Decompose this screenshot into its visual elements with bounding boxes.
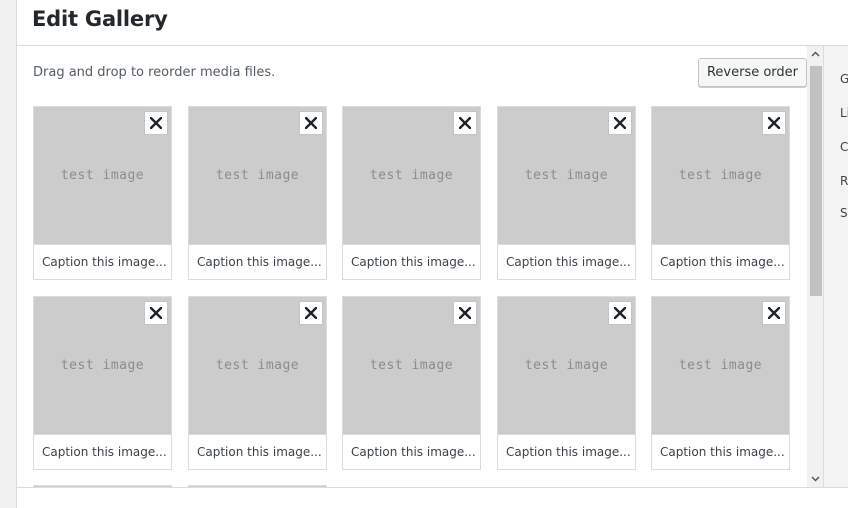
attachment-tile[interactable]: test image Caption this image... [651,296,790,470]
attachment-tile[interactable]: test image Caption this image... [651,106,790,280]
attachment-tile[interactable]: test image Caption this image... [33,296,172,470]
close-icon [614,117,626,129]
remove-attachment-button[interactable] [144,301,168,325]
caption-input[interactable]: Caption this image... [343,434,480,469]
remove-attachment-button[interactable] [144,111,168,135]
scroll-up-button[interactable] [807,46,823,62]
remove-attachment-button[interactable] [608,301,632,325]
caption-input[interactable]: Caption this image... [34,244,171,279]
sidebar-item: C [840,140,848,154]
close-icon [305,117,317,129]
chevron-up-icon [811,51,819,57]
gallery-content: Drag and drop to reorder media files. Re… [17,46,823,487]
reverse-order-button[interactable]: Reverse order [698,58,807,87]
thumbnail-label: test image [524,358,609,373]
attachment-tile[interactable]: test image Caption this image... [497,106,636,280]
remove-attachment-button[interactable] [299,111,323,135]
close-icon [768,307,780,319]
attachment-tile[interactable]: test image Caption this image... [497,296,636,470]
close-icon [614,307,626,319]
thumbnail-label: test image [369,168,454,183]
scrollbar-thumb[interactable] [810,66,822,296]
close-icon [150,117,162,129]
close-icon [459,307,471,319]
caption-input[interactable]: Caption this image... [34,434,171,469]
caption-input[interactable]: Caption this image... [343,244,480,279]
caption-input[interactable]: Caption this image... [189,244,326,279]
caption-input[interactable]: Caption this image... [652,434,789,469]
media-modal-frame: Edit Gallery Drag and drop to reorder me… [16,0,848,508]
caption-input[interactable]: Caption this image... [498,434,635,469]
scroll-down-button[interactable] [807,471,823,487]
close-icon [459,117,471,129]
close-icon [305,307,317,319]
thumbnail-label: test image [60,168,145,183]
remove-attachment-button[interactable] [762,301,786,325]
sidebar-item: Ra [840,174,848,188]
content-scrollbar[interactable] [807,46,823,487]
thumbnail-label: test image [215,168,300,183]
thumbnail-label: test image [60,358,145,373]
sidebar-item: Li [840,106,848,120]
close-icon [768,117,780,129]
attachment-tile[interactable]: test image Caption this image... [188,106,327,280]
attachment-tile[interactable]: test image Caption this image... [188,296,327,470]
chevron-down-icon [811,476,819,482]
caption-input[interactable]: Caption this image... [498,244,635,279]
sidebar-item: Ga [840,72,848,86]
attachment-tile[interactable]: test image Caption this image... [342,106,481,280]
toolbar-instructions: Drag and drop to reorder media files. [33,65,276,80]
sidebar-item: Si [840,206,848,220]
gallery-settings-sidebar: Ga Li C Ra Si [823,46,848,487]
remove-attachment-button[interactable] [762,111,786,135]
thumbnail-label: test image [215,358,300,373]
caption-input[interactable]: Caption this image... [189,434,326,469]
remove-attachment-button[interactable] [453,301,477,325]
page-title: Edit Gallery [32,7,168,31]
thumbnail-label: test image [678,358,763,373]
caption-input[interactable]: Caption this image... [652,244,789,279]
frame-toolbar-footer [17,487,848,508]
thumbnail-label: test image [524,168,609,183]
attachment-tile[interactable]: test image Caption this image... [33,106,172,280]
frame-title-bar: Edit Gallery [17,0,848,46]
remove-attachment-button[interactable] [453,111,477,135]
thumbnail-label: test image [678,168,763,183]
attachment-tile[interactable]: test image Caption this image... [342,296,481,470]
thumbnail-label: test image [369,358,454,373]
remove-attachment-button[interactable] [299,301,323,325]
remove-attachment-button[interactable] [608,111,632,135]
close-icon [150,307,162,319]
